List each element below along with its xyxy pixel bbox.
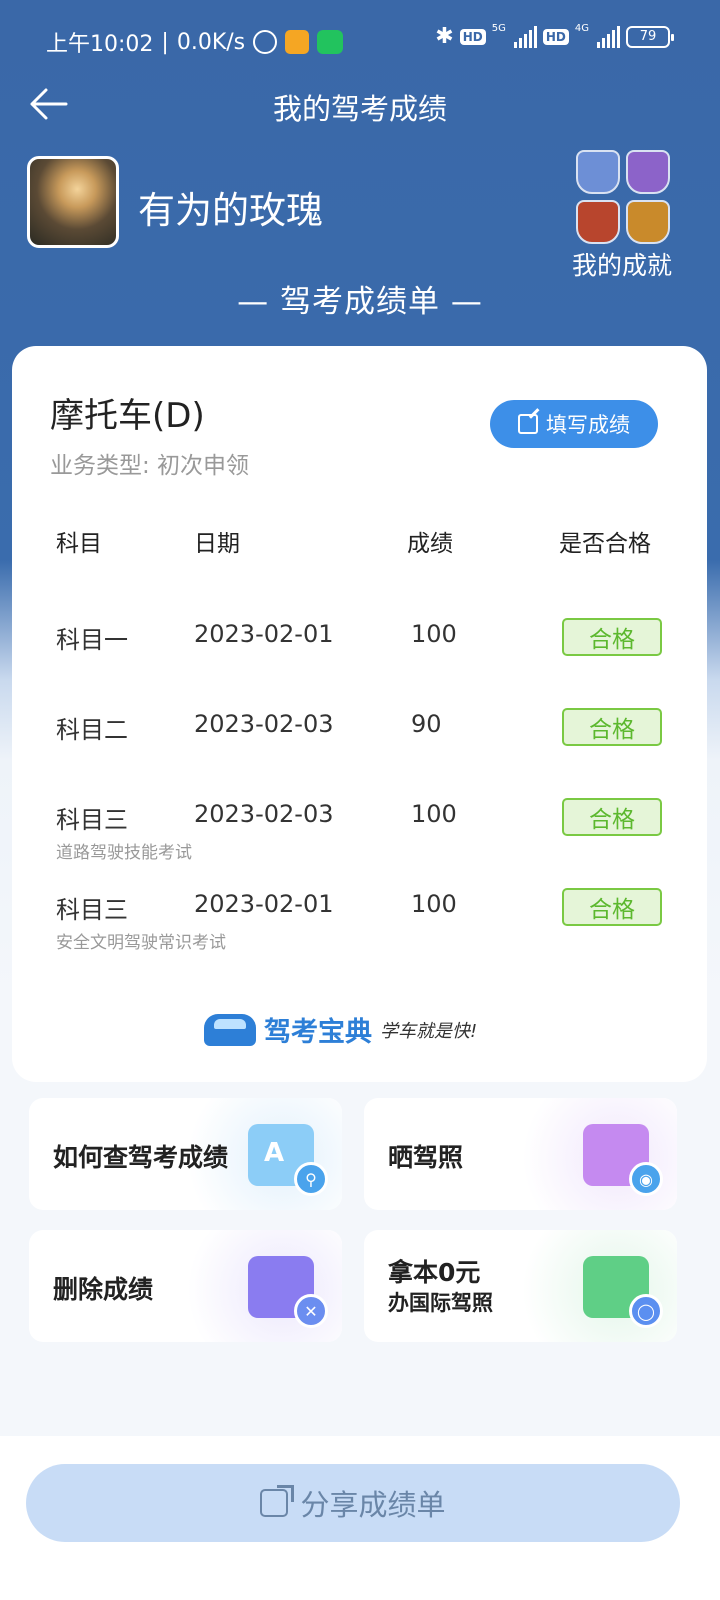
report-title: — 驾考成绩单 — [237,284,483,320]
tile-label: 删除成绩 [53,1275,154,1304]
avatar[interactable] [27,156,119,248]
row-score: 100 [411,620,457,648]
pass-badge: 合格 [562,618,662,656]
header-subject: 科目 [56,531,102,557]
tile-label: 拿本0元 办国际驾照 [388,1258,493,1318]
share-label: 分享成绩单 [300,1488,446,1522]
row-score: 100 [411,800,457,828]
sim1-network-label: 5G [491,23,506,34]
row-score: 100 [411,890,457,918]
edit-icon [518,414,538,434]
battery-level: 79 [639,29,657,44]
wechat-icon [317,30,344,54]
tile-label: 如何查驾考成绩 [53,1143,229,1172]
tile-label-line2: 办国际驾照 [388,1291,493,1315]
how-to-query-tile[interactable]: 如何查驾考成绩 A ⚲ [29,1098,342,1210]
share-report-button[interactable]: 分享成绩单 [26,1464,680,1542]
row-date: 2023-02-03 [194,800,334,828]
pass-badge: 合格 [562,888,662,926]
row-subtitle: 道路驾驶技能考试 [56,843,192,863]
car-logo-icon [204,1013,256,1046]
row-score: 90 [411,710,442,738]
alarm-icon [253,30,278,54]
row-subject: 科目三 [56,806,128,834]
fill-score-label: 填写成绩 [546,413,630,437]
network-speed: 0.0K/s [176,29,246,55]
hd-icon: HD [459,28,486,45]
table-row: 科目二 2023-02-03 90 合格 [12,708,707,790]
pass-badge: 合格 [562,708,662,746]
close-icon: ✕ [294,1294,328,1328]
search-icon: ⚲ [294,1162,328,1196]
row-subject: 科目二 [56,716,128,744]
message-app-icon [285,30,310,54]
row-date: 2023-02-01 [194,620,334,648]
row-subject: 科目一 [56,626,128,654]
globe-icon: ◯ [629,1294,663,1328]
header-score: 成绩 [407,531,453,557]
camera-icon: ◉ [629,1162,663,1196]
page-title: 我的驾考成绩 [272,92,447,126]
score-card: 摩托车(D) 业务类型: 初次申领 填写成绩 科目 日期 成绩 是否合格 科目一… [12,346,707,1082]
signal-icon-2 [597,25,620,48]
battery-icon: 79 [626,25,674,48]
delete-score-tile[interactable]: 删除成绩 ✕ [29,1230,342,1342]
status-separator: | [161,29,169,55]
header-date: 日期 [194,531,240,557]
intl-license-tile[interactable]: 拿本0元 办国际驾照 ◯ [364,1230,677,1342]
row-date: 2023-02-03 [194,710,334,738]
row-date: 2023-02-01 [194,890,334,918]
nav-bar: 我的驾考成绩 [0,76,720,136]
pass-badge: 合格 [562,798,662,836]
achievement-badge-4-icon [626,199,670,244]
tile-label: 晒驾照 [388,1143,464,1172]
brand-logo: 驾考宝典 学车就是快! [204,1010,477,1049]
row-subtitle: 安全文明驾驶常识考试 [56,933,226,953]
status-time: 上午10:02 [46,32,154,57]
signal-icon [513,25,537,48]
achievement-badges[interactable] [576,150,676,245]
hd-icon-2: HD [542,28,569,45]
row-subject: 科目三 [56,896,128,924]
fill-score-button[interactable]: 填写成绩 [490,400,658,448]
achievement-badge-2-icon [626,150,670,194]
show-license-tile[interactable]: 晒驾照 ◉ [364,1098,677,1210]
bluetooth-icon: ✱ [435,24,454,49]
share-icon [260,1489,289,1517]
table-row: 科目一 2023-02-01 100 合格 [12,618,707,700]
tile-label-line1: 拿本0元 [388,1258,481,1287]
business-type: 业务类型: 初次申领 [50,453,250,479]
status-bar: 上午10:02 | 0.0K/s ✱ HD 5G HD 4G 79 [0,0,720,76]
vehicle-type: 摩托车(D) [50,396,205,436]
header-pass: 是否合格 [559,531,651,557]
brand-name: 驾考宝典 [264,1017,372,1048]
table-row: 科目三 2023-02-03 100 合格 道路驾驶技能考试 [12,798,707,880]
table-row: 科目三 2023-02-01 100 合格 安全文明驾驶常识考试 [12,888,707,970]
achievement-badge-1-icon [576,150,620,194]
username: 有为的玫瑰 [138,189,323,232]
sim2-network-label: 4G [574,23,589,34]
achievement-badge-3-icon [576,199,620,244]
brand-slogan: 学车就是快! [380,1020,478,1042]
